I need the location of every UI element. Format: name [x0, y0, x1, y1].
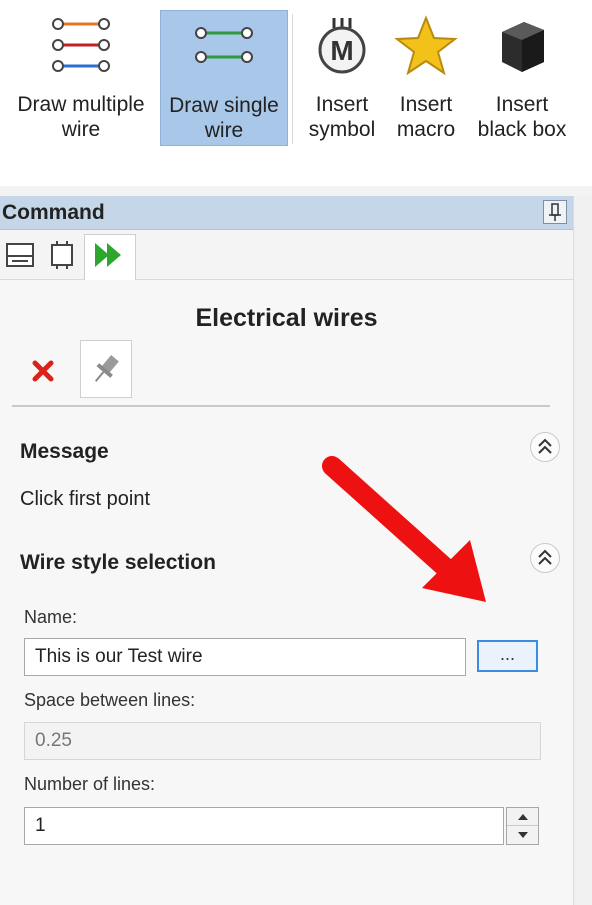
- tab-run[interactable]: [84, 234, 136, 281]
- double-chevron-up-icon: [538, 438, 552, 454]
- tab-component[interactable]: [44, 236, 84, 280]
- draw-multiple-wire-button[interactable]: Draw multiple wire: [4, 10, 158, 146]
- single-wire-icon: [195, 27, 253, 63]
- panel-pin-button[interactable]: [543, 200, 567, 224]
- black-box-icon: [502, 22, 544, 72]
- insert-symbol-label: Insert symbol: [308, 93, 376, 141]
- message-collapse-button[interactable]: [530, 432, 560, 462]
- wire-name-field[interactable]: This is our Test wire: [24, 638, 466, 676]
- wire-style-collapse-button[interactable]: [530, 543, 560, 573]
- wire-style-section-title: Wire style selection: [20, 551, 216, 574]
- multiple-wire-icon: [52, 18, 110, 72]
- insert-macro-label: Insert macro: [396, 93, 456, 141]
- command-panel-header: Command: [0, 196, 573, 230]
- close-icon: [32, 360, 54, 382]
- component-tab-icon: [51, 241, 73, 269]
- command-tabs: [0, 230, 573, 281]
- symbol-icon: M: [318, 18, 366, 74]
- triangle-down-icon: [517, 832, 528, 838]
- panel-right-edge: [573, 196, 592, 905]
- insert-black-box-label: Insert black box: [477, 93, 567, 141]
- red-annotation-arrow: [322, 456, 486, 602]
- ribbon-bottom-gap: [0, 186, 592, 196]
- draw-single-wire-label: Draw single wire: [169, 94, 279, 142]
- message-text: Click first point: [20, 488, 151, 510]
- number-of-lines-field[interactable]: 1: [24, 807, 504, 845]
- draw-multiple-wire-label: Draw multiple wire: [17, 93, 145, 141]
- list-tab-icon: [6, 243, 34, 267]
- insert-black-box-button[interactable]: Insert black box: [468, 10, 576, 146]
- tab-list[interactable]: [2, 236, 42, 280]
- stepper-down-button[interactable]: [507, 826, 538, 844]
- draw-single-wire-button[interactable]: Draw single wire: [160, 10, 288, 146]
- pin-icon: [549, 203, 561, 221]
- insert-macro-button[interactable]: Insert macro: [386, 10, 466, 146]
- command-panel-title: Command: [2, 201, 105, 224]
- play-forward-icon: [95, 243, 121, 267]
- keep-visible-button[interactable]: [80, 340, 132, 398]
- ribbon-toolbar: Draw multiple wire Draw single wire M In…: [0, 0, 592, 188]
- stepper-up-button[interactable]: [507, 808, 538, 826]
- pushpin-icon: [94, 355, 119, 382]
- number-of-lines-label: Number of lines:: [24, 774, 156, 794]
- insert-symbol-button[interactable]: M Insert symbol: [300, 10, 384, 146]
- number-of-lines-stepper[interactable]: [506, 807, 539, 845]
- svg-text:M: M: [330, 35, 353, 66]
- triangle-up-icon: [517, 813, 528, 820]
- space-between-lines-field: 0.25: [24, 722, 541, 760]
- panel-title: Electrical wires: [195, 304, 378, 332]
- space-between-lines-label: Space between lines:: [24, 690, 196, 710]
- star-macro-icon: [394, 15, 458, 76]
- cancel-button[interactable]: [28, 356, 58, 386]
- panel-divider: [12, 405, 550, 407]
- ribbon-separator: [292, 14, 293, 144]
- message-section-title: Message: [20, 440, 109, 463]
- browse-wire-style-button[interactable]: ...: [477, 640, 538, 672]
- name-label: Name:: [24, 607, 78, 627]
- double-chevron-up-icon: [538, 549, 552, 565]
